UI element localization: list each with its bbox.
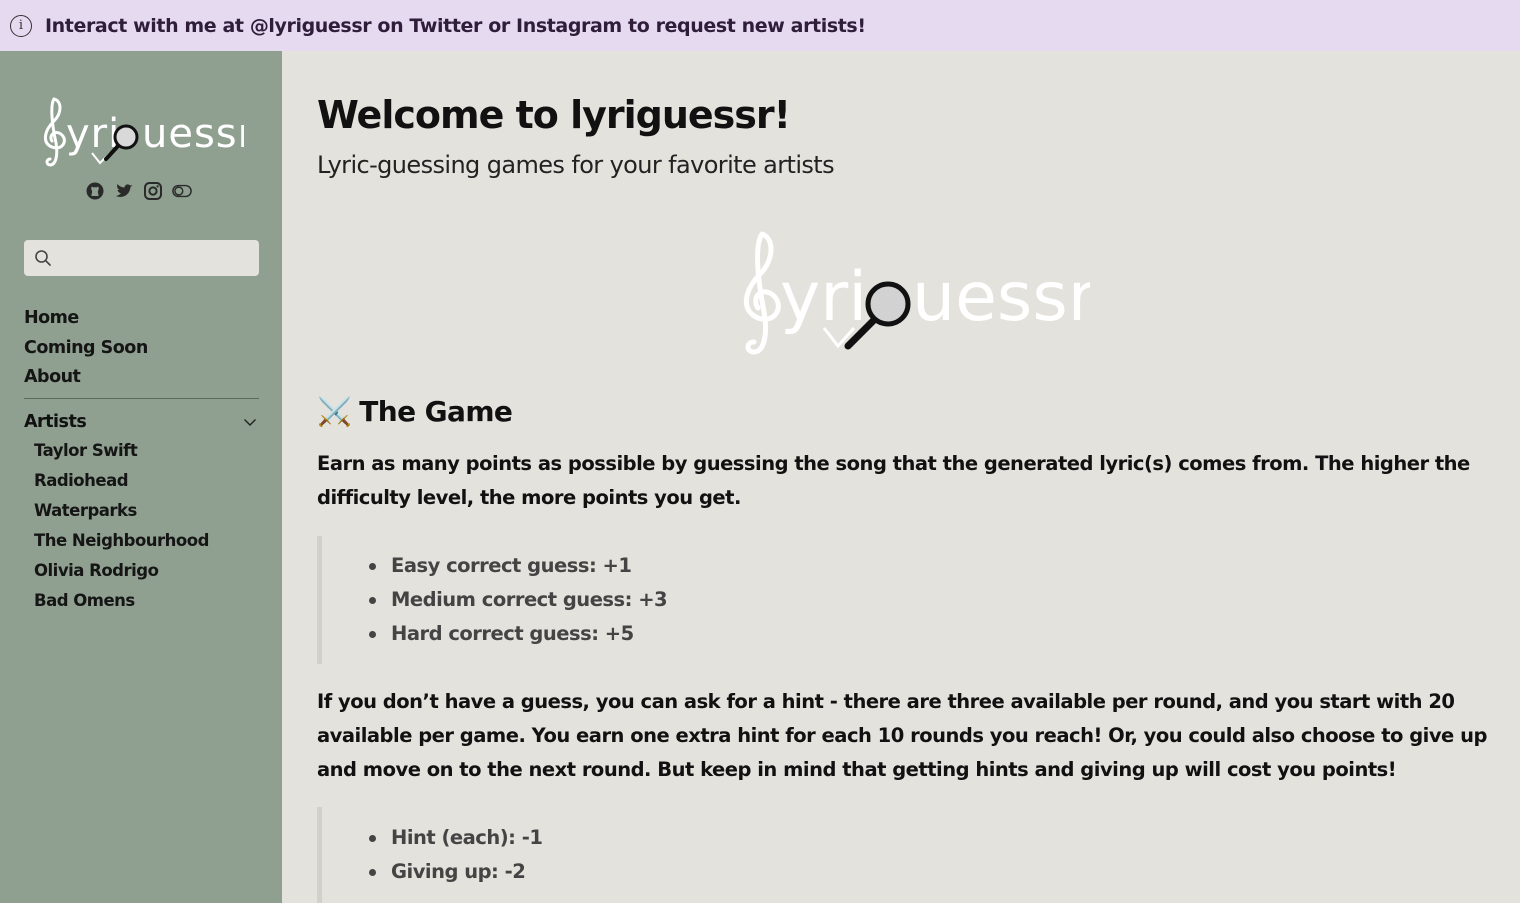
search-icon — [35, 250, 51, 266]
artists-label: Artists — [24, 411, 87, 432]
banner-text: Interact with me at @lyriguessr on Twitt… — [45, 14, 866, 37]
chevron-down-icon[interactable] — [243, 417, 257, 427]
nav-item-coming-soon[interactable]: Coming Soon — [24, 334, 259, 364]
search-box[interactable] — [24, 240, 259, 276]
section-heading-the-game: ⚔️ The Game — [317, 395, 513, 428]
sidebar: yri uessr Home Coming Soon About Artists — [0, 51, 282, 903]
theme-toggle-icon[interactable] — [172, 181, 192, 201]
page-subtitle: Lyric-guessing games for your favorite a… — [317, 151, 835, 179]
list-item: Medium correct guess: +3 — [367, 583, 917, 617]
artist-link-bad-omens[interactable]: Bad Omens — [24, 586, 259, 616]
hints-description: If you don’t have a guess, you can ask f… — [317, 690, 1487, 781]
site-logo[interactable]: yri uessr — [40, 95, 244, 171]
list-item: Hard correct guess: +5 — [367, 617, 917, 651]
artist-link-waterparks[interactable]: Waterparks — [24, 496, 259, 526]
list-item: Hint (each): -1 — [367, 821, 917, 855]
sidebar-nav: Home Coming Soon About Artists Taylor Sw… — [24, 304, 259, 615]
social-links — [85, 181, 192, 201]
hero-logo: yri uessr — [743, 231, 1090, 355]
game-description: Earn as many points as possible by guess… — [317, 452, 1470, 509]
nav-item-home[interactable]: Home — [24, 304, 259, 334]
info-icon: i — [10, 14, 32, 37]
svg-text:uessr: uessr — [912, 258, 1090, 337]
search-input[interactable] — [60, 249, 250, 267]
points-blockquote: Easy correct guess: +1 Medium correct gu… — [317, 536, 917, 664]
twitter-icon[interactable] — [114, 181, 134, 201]
points-list: Easy correct guess: +1 Medium correct gu… — [367, 549, 917, 651]
nav-divider — [24, 398, 259, 400]
list-item: Giving up: -2 — [367, 855, 917, 889]
svg-text:yri: yri — [780, 258, 867, 337]
instagram-icon[interactable] — [143, 181, 163, 201]
list-item: Easy correct guess: +1 — [367, 549, 917, 583]
nav-item-about[interactable]: About — [24, 363, 259, 393]
artist-link-taylor-swift[interactable]: Taylor Swift — [24, 436, 259, 466]
artist-link-the-neighbourhood[interactable]: The Neighbourhood — [24, 526, 259, 556]
page-title: Welcome to lyriguessr! — [317, 93, 791, 137]
penalties-list: Hint (each): -1 Giving up: -2 — [367, 821, 917, 889]
artist-link-radiohead[interactable]: Radiohead — [24, 466, 259, 496]
svg-text:uessr: uessr — [142, 111, 244, 157]
artists-section-toggle[interactable]: Artists — [24, 407, 259, 436]
section-title: The Game — [359, 395, 513, 428]
artist-link-olivia-rodrigo[interactable]: Olivia Rodrigo — [24, 556, 259, 586]
announcement-banner: i Interact with me at @lyriguessr on Twi… — [0, 0, 1520, 51]
github-icon[interactable] — [85, 181, 105, 201]
penalties-blockquote: Hint (each): -1 Giving up: -2 — [317, 807, 917, 903]
crossed-swords-icon: ⚔️ — [317, 395, 352, 428]
